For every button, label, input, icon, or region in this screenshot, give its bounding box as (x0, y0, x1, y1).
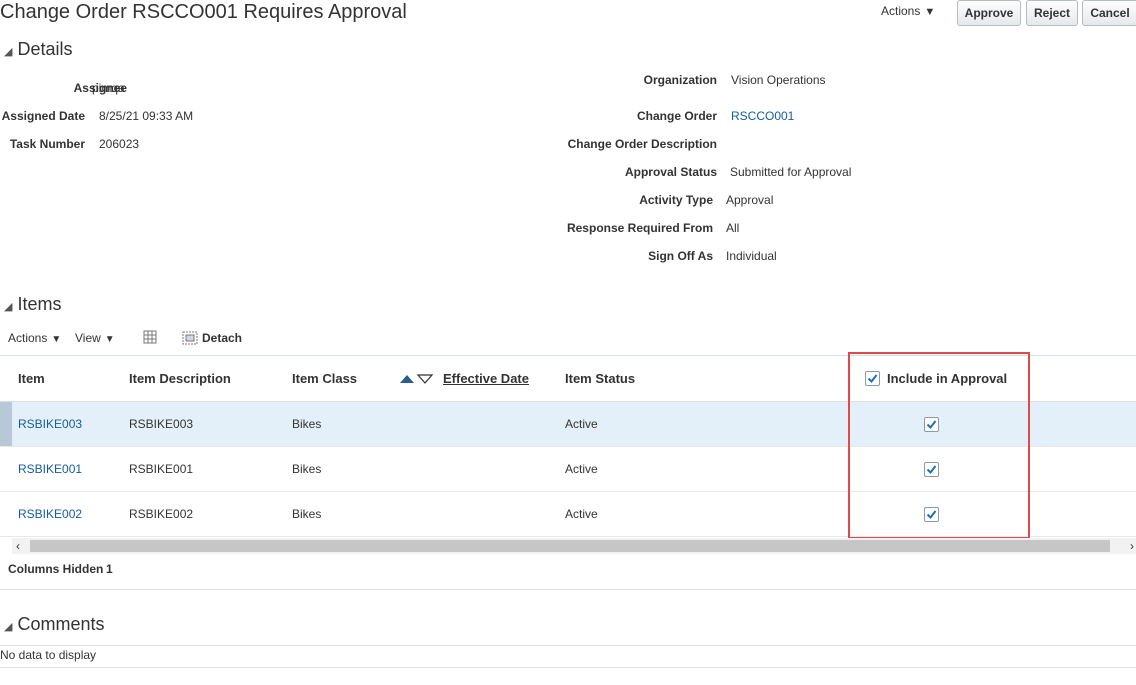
item-status-cell: Active (565, 507, 598, 521)
item-description-cell: RSBIKE003 (129, 417, 194, 431)
comments-section-title: Comments (17, 614, 105, 634)
chevron-down-icon: ▼ (924, 6, 936, 18)
approval-status-label: Approval Status (624, 165, 717, 179)
comments-empty-text: No data to display (0, 648, 97, 662)
horizontal-scrollbar[interactable]: ‹ › (12, 538, 1136, 554)
col-header-item-status[interactable]: Item Status (565, 372, 635, 386)
items-actions-label: Actions (8, 331, 48, 345)
table-row[interactable]: RSBIKE001 RSBIKE001 Bikes Active (0, 447, 1136, 492)
item-class-cell: Bikes (292, 507, 322, 521)
chevron-down-icon: ▼ (51, 334, 62, 345)
comments-section-header[interactable]: ◢ Comments (4, 613, 105, 638)
items-section-header[interactable]: ◢ Items (4, 293, 61, 318)
sign-off-as-label: Sign Off As (648, 249, 713, 263)
table-row[interactable]: RSBIKE003 RSBIKE003 Bikes Active (0, 402, 1136, 447)
sort-descending-icon (416, 374, 434, 384)
detach-label: Detach (202, 331, 243, 345)
header-actions-label: Actions (881, 4, 921, 18)
details-section-title: Details (17, 39, 73, 59)
collapse-triangle-icon: ◢ (4, 301, 13, 313)
item-class-cell: Bikes (292, 417, 322, 431)
assigned-date-label: Assigned Date (1, 109, 85, 123)
approval-status-value: Submitted for Approval (730, 165, 852, 179)
columns-hidden-count: 1 (106, 562, 113, 576)
assigned-date-value: 8/25/21 09:33 AM (99, 109, 194, 123)
sort-icons (400, 373, 434, 388)
col-header-item-description[interactable]: Item Description (129, 372, 231, 386)
scrollbar-thumb[interactable] (30, 540, 1110, 552)
items-table-header: Item Item Description Item Class Effecti… (0, 356, 1136, 402)
include-all-checkbox[interactable] (865, 371, 880, 386)
items-section-title: Items (17, 294, 62, 314)
response-required-from-label: Response Required From (566, 221, 713, 235)
page-title: Change Order RSCCO001 Requires Approval (0, 1, 407, 23)
item-class-cell: Bikes (292, 462, 322, 476)
item-status-cell: Active (565, 462, 598, 476)
response-required-from-value: All (726, 221, 740, 235)
items-table: Item Item Description Item Class Effecti… (0, 355, 1136, 539)
include-in-approval-checkbox[interactable] (924, 417, 939, 432)
columns-hidden-label: Columns Hidden (8, 562, 104, 576)
collapse-triangle-icon: ◢ (4, 46, 13, 58)
detach-icon (182, 330, 198, 346)
include-in-approval-checkbox[interactable] (924, 462, 939, 477)
activity-type-label: Activity Type (639, 193, 713, 207)
col-header-item-class[interactable]: Item Class (292, 372, 357, 386)
item-description-cell: RSBIKE001 (129, 462, 194, 476)
collapse-triangle-icon: ◢ (4, 621, 13, 633)
scroll-right-icon[interactable]: › (1130, 539, 1134, 553)
organization-label: Organization (643, 73, 717, 87)
cancel-button[interactable]: Cancel (1082, 0, 1136, 26)
table-row[interactable]: RSBIKE002 RSBIKE002 Bikes Active (0, 492, 1136, 537)
header-actions-menu[interactable]: Actions ▼ (881, 4, 935, 18)
organization-value: Vision Operations (731, 73, 826, 87)
reject-button[interactable]: Reject (1026, 0, 1078, 26)
section-divider (0, 589, 1136, 590)
sign-off-as-value: Individual (726, 249, 777, 263)
detach-button[interactable]: Detach (182, 330, 242, 346)
item-link[interactable]: RSBIKE002 (18, 507, 82, 521)
details-section-header[interactable]: ◢ Details (4, 38, 73, 63)
comments-divider-top (0, 645, 1136, 646)
chevron-down-icon: ▼ (104, 334, 115, 345)
row-selector[interactable] (0, 402, 12, 446)
assignee-value: pimqa (92, 81, 125, 95)
items-view-label: View (75, 331, 101, 345)
items-actions-menu[interactable]: Actions ▼ (8, 331, 61, 347)
item-link[interactable]: RSBIKE001 (18, 462, 82, 476)
freeze-columns-icon[interactable] (142, 329, 158, 345)
task-number-value: 206023 (99, 137, 140, 151)
scroll-left-icon[interactable]: ‹ (16, 539, 20, 553)
change-order-description-label: Change Order Description (567, 137, 717, 151)
activity-type-value: Approval (726, 193, 774, 207)
comments-divider-bottom (0, 667, 1136, 668)
items-view-menu[interactable]: View ▼ (75, 331, 115, 347)
item-description-cell: RSBIKE002 (129, 507, 194, 521)
include-in-approval-checkbox[interactable] (924, 507, 939, 522)
task-number-label: Task Number (9, 137, 85, 151)
change-order-link[interactable]: RSCCO001 (731, 109, 794, 123)
change-order-label: Change Order (636, 109, 717, 123)
sort-ascending-icon (400, 375, 414, 383)
col-header-include-in-approval[interactable]: Include in Approval (887, 372, 1007, 386)
item-status-cell: Active (565, 417, 598, 431)
item-link[interactable]: RSBIKE003 (18, 417, 82, 431)
col-header-item[interactable]: Item (18, 372, 45, 386)
col-header-effective-date[interactable]: Effective Date (443, 372, 529, 386)
approve-button[interactable]: Approve (957, 0, 1021, 26)
